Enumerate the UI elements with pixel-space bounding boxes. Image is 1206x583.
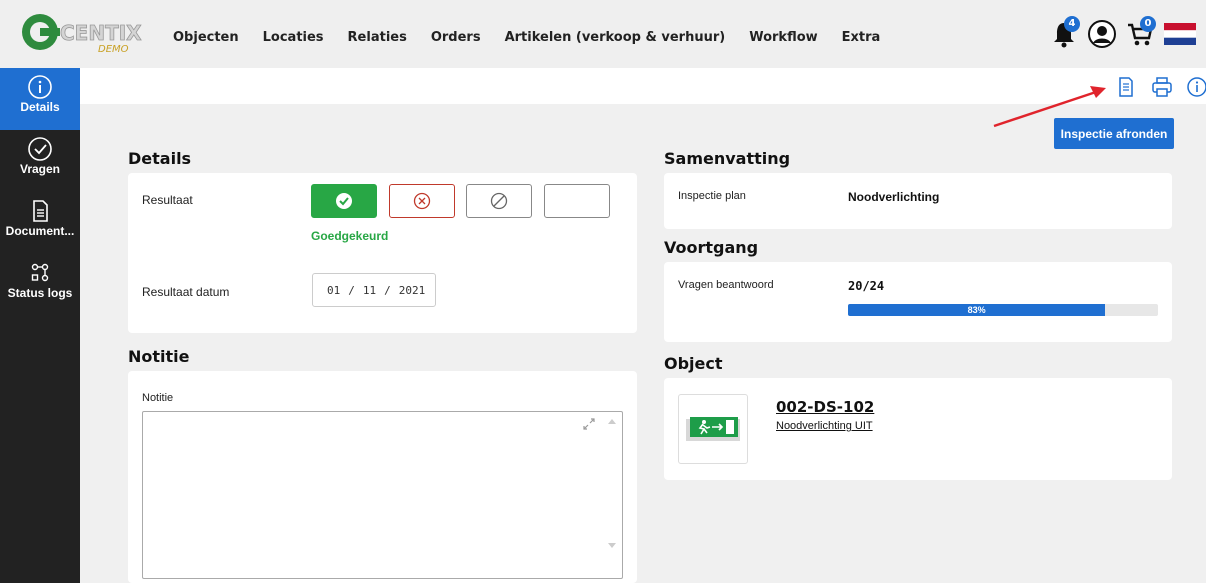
progress-bar-fill: 83% [848,304,1106,316]
check-circle-icon [336,193,352,209]
finish-inspection-button[interactable]: Inspectie afronden [1054,118,1174,149]
check-circle-icon [28,137,52,161]
date-month: 11 [362,283,377,297]
sidebar-item-details[interactable]: Details [0,68,80,130]
info-icon [28,75,52,99]
object-thumbnail[interactable] [678,394,748,464]
result-empty-button[interactable] [544,184,610,218]
flag-nl-icon [1164,23,1196,45]
top-icons: 4 0 [1050,16,1196,52]
cart-badge: 0 [1140,16,1156,32]
object-title: Object [664,354,723,373]
notifications-button[interactable]: 4 [1050,16,1080,48]
nav-relaties[interactable]: Relaties [348,30,407,50]
result-approved-button[interactable] [311,184,377,218]
main-content: Inspectie afronden Details Resultaat Goe… [80,104,1206,583]
object-name-link[interactable]: Noodverlichting UIT [776,420,873,432]
language-flag-nl[interactable] [1164,20,1196,48]
summary-card: Inspectie plan Noodverlichting [664,173,1172,229]
info-icon[interactable] [1186,76,1206,98]
inspection-plan-label: Inspectie plan [678,190,746,202]
nav-extra[interactable]: Extra [842,30,881,50]
emergency-exit-sign-icon [686,417,740,441]
sidebar-item-documenten[interactable]: Document... [0,192,80,254]
sidebar-item-label: Details [20,100,60,114]
logo-subtext: DEMO [98,44,129,55]
sidebar-item-label: Document... [5,224,75,238]
result-date-label: Resultaat datum [142,285,230,299]
user-avatar-icon [1088,20,1116,48]
result-not-applicable-button[interactable] [466,184,532,218]
document-icon [33,200,48,222]
status-log-icon [31,263,49,282]
note-label: Notitie [142,392,174,404]
note-card: Notitie [128,371,637,583]
date-year: 2021 [398,283,426,297]
user-button[interactable] [1088,20,1116,48]
result-value: Goedgekeurd [311,229,389,243]
questions-answered-value: 20/24 [848,279,885,293]
progress-card: Vragen beantwoord 20/24 [664,262,1172,342]
sidebar-item-vragen[interactable]: Vragen [0,130,80,192]
top-navigation-bar: CENTIX DEMO Objecten Locaties Relaties O… [0,0,1206,68]
sidebar: Details Vragen Document... Status logs [0,68,80,583]
questions-answered-label: Vragen beantwoord [678,279,774,291]
nav-locaties[interactable]: Locaties [263,30,324,50]
sidebar-item-status-logs[interactable]: Status logs [0,254,80,316]
centix-logo[interactable]: CENTIX DEMO [18,10,148,56]
inspection-plan-value: Noodverlichting [848,190,940,204]
x-circle-icon [413,192,431,210]
notifications-badge: 4 [1064,16,1080,32]
summary-title: Samenvatting [664,149,791,168]
sidebar-item-label: Vragen [19,162,61,176]
print-icon[interactable] [1151,76,1173,98]
date-day: 01 [327,283,341,297]
result-label: Resultaat [142,193,193,207]
details-title: Details [128,149,192,168]
object-card: 002-DS-102 Noodverlichting UIT [664,378,1172,480]
slash-circle-icon [490,192,508,210]
scroll-up-icon[interactable] [607,417,617,425]
cart-button[interactable]: 0 [1126,16,1156,48]
progress-title: Voortgang [664,238,759,257]
note-textarea[interactable] [142,411,623,579]
logo-text: CENTIX [60,21,142,45]
main-nav: Objecten Locaties Relaties Orders Artike… [173,30,880,50]
progress-bar: 83% [848,304,1158,316]
nav-workflow[interactable]: Workflow [749,30,817,50]
note-title: Notitie [128,347,190,366]
nav-orders[interactable]: Orders [431,30,481,50]
result-rejected-button[interactable] [389,184,455,218]
result-date-input[interactable]: 01 / 11 / 2021 [312,273,436,307]
scroll-down-icon[interactable] [607,542,617,550]
expand-icon[interactable] [582,417,596,431]
sidebar-item-label: Status logs [7,286,73,300]
nav-objecten[interactable]: Objecten [173,30,239,50]
object-code-link[interactable]: 002-DS-102 [776,398,874,416]
details-card: Resultaat Goedgekeurd Resultaat datum 01… [128,173,637,333]
nav-artikelen[interactable]: Artikelen (verkoop & verhuur) [505,30,726,50]
